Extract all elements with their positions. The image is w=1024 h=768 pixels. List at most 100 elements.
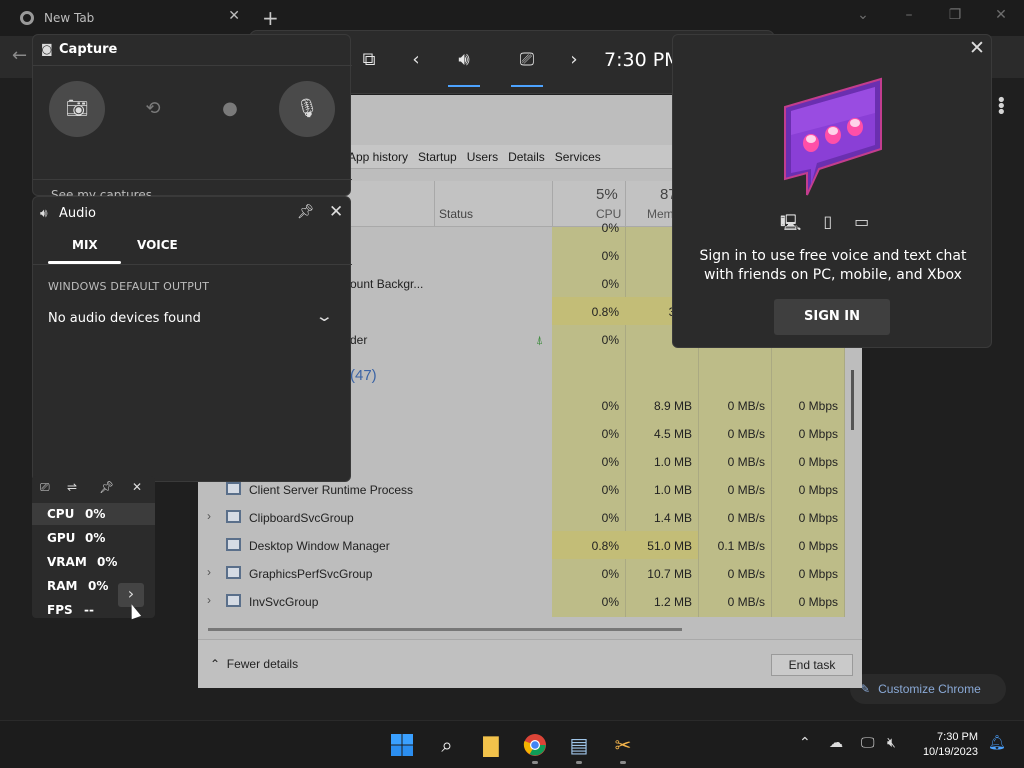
performance-widget: ⎚ ⇌ 📌︎ ✕ CPU 0% GPU 0% VRAM 0% RAM 0% FP… bbox=[32, 476, 155, 618]
perf-row-vram[interactable]: VRAM 0% bbox=[32, 551, 155, 573]
perf-row-cpu[interactable]: CPU 0% bbox=[32, 503, 155, 525]
process-cpu: 0% bbox=[601, 483, 619, 497]
network-icon[interactable]: 🖵︎ bbox=[861, 735, 875, 751]
screenshot-button[interactable]: 📷︎ bbox=[49, 81, 105, 137]
process-memory: 4.5 MB bbox=[653, 427, 692, 441]
process-name: Desktop Window Manager bbox=[249, 539, 390, 553]
capture-title: Capture bbox=[59, 42, 118, 57]
process-disk: 0 MB/s bbox=[727, 455, 765, 469]
volume-muted-icon[interactable]: 🔇︎ bbox=[887, 735, 896, 751]
xbox-console-icon: ▭ bbox=[854, 212, 870, 231]
table-row[interactable]: › InvSvcGroup 0% 1.2 MB 0 MB/s 0 Mbps bbox=[198, 587, 844, 615]
audio-icon[interactable]: 🔊︎ bbox=[449, 49, 479, 70]
tab-startup[interactable]: Startup bbox=[418, 150, 457, 164]
chevron-down-icon[interactable]: ⌄ bbox=[315, 307, 334, 325]
close-window-button[interactable]: ✕ bbox=[978, 0, 1024, 32]
process-cpu: 0% bbox=[601, 567, 619, 581]
show-hidden-icons-chevron-icon[interactable]: ⌃ bbox=[799, 735, 811, 751]
settings-sliders-icon[interactable]: ⇌ bbox=[67, 480, 77, 494]
process-disk: 0 MB/s bbox=[727, 427, 765, 441]
process-disk: 0 MB/s bbox=[727, 483, 765, 497]
tab-app-history[interactable]: App history bbox=[348, 150, 408, 164]
customize-chrome-button[interactable]: ✎ Customize Chrome bbox=[850, 674, 1006, 704]
chrome-logo-icon bbox=[20, 11, 34, 25]
performance-options-icon[interactable]: ⎚ bbox=[40, 480, 50, 495]
task-manager-footer: ⌃ Fewer details End task bbox=[198, 639, 862, 688]
output-device-select[interactable]: No audio devices found bbox=[48, 311, 201, 326]
pin-icon[interactable]: 📌︎ bbox=[297, 204, 315, 220]
tab-mix[interactable]: MIX bbox=[72, 238, 98, 252]
expand-chevron-icon[interactable]: › bbox=[207, 565, 211, 579]
onedrive-icon[interactable]: ☁ bbox=[829, 735, 843, 751]
chrome-menu-icon[interactable]: • • • bbox=[996, 92, 1007, 122]
close-icon[interactable]: ✕ bbox=[329, 202, 343, 222]
process-memory: 1.0 MB bbox=[653, 455, 692, 469]
table-row[interactable]: Desktop Window Manager 0.8% 51.0 MB 0.1 MB/… bbox=[198, 531, 844, 559]
sign-in-button[interactable]: SIGN IN bbox=[774, 299, 890, 335]
chevron-right-icon[interactable]: › bbox=[559, 49, 589, 70]
snipping-tool-icon[interactable]: ✂ bbox=[610, 733, 636, 757]
perf-row-gpu[interactable]: GPU 0% bbox=[32, 527, 155, 549]
capture-icon[interactable]: ⧉ bbox=[354, 49, 384, 70]
process-network: 0 Mbps bbox=[798, 399, 838, 413]
horizontal-scrollbar[interactable] bbox=[208, 628, 682, 631]
tab-voice[interactable]: VOICE bbox=[137, 238, 178, 252]
notification-bell-icon[interactable]: 🔔︎ bbox=[988, 735, 1006, 751]
performance-icon[interactable]: ⎚ bbox=[512, 49, 542, 70]
fewer-details-button[interactable]: ⌃ Fewer details bbox=[210, 657, 298, 671]
chevron-left-icon[interactable]: ‹ bbox=[401, 49, 431, 70]
tab-details[interactable]: Details bbox=[508, 150, 545, 164]
record-last-icon: ⟲ bbox=[145, 98, 161, 119]
chat-bubbles-illustration bbox=[784, 77, 882, 196]
new-tab-button[interactable]: + bbox=[262, 6, 279, 30]
taskbar-time: 7:30 PM bbox=[937, 731, 978, 743]
minimize-button[interactable]: – bbox=[886, 0, 932, 32]
tab-close-icon[interactable]: ✕ bbox=[228, 8, 240, 24]
close-icon[interactable]: ✕ bbox=[969, 37, 985, 59]
maximize-button[interactable]: ❐ bbox=[932, 0, 978, 32]
tab-new-tab[interactable]: New Tab ✕ bbox=[8, 4, 248, 32]
perf-label: FPS bbox=[47, 603, 73, 617]
background-processes-group: (47) bbox=[350, 367, 377, 384]
process-icon bbox=[226, 482, 241, 495]
tab-search-icon[interactable]: ⌄ bbox=[840, 0, 886, 32]
expand-chevron-icon[interactable]: › bbox=[207, 593, 211, 607]
perf-label: RAM bbox=[47, 579, 78, 593]
start-recording-button[interactable]: ● bbox=[202, 81, 258, 137]
start-button[interactable] bbox=[389, 733, 415, 757]
mic-off-icon: 🎙︎ bbox=[295, 98, 319, 119]
tab-users[interactable]: Users bbox=[467, 150, 498, 164]
process-disk: 0 MB/s bbox=[727, 511, 765, 525]
close-icon[interactable]: ✕ bbox=[132, 480, 142, 494]
perf-value: -- bbox=[84, 603, 94, 617]
pin-icon[interactable]: 📌︎ bbox=[99, 480, 114, 494]
process-network: 0 Mbps bbox=[798, 511, 838, 525]
mic-toggle-button[interactable]: 🎙︎ bbox=[279, 81, 335, 137]
audio-title: Audio bbox=[59, 206, 96, 221]
cpu-total-percent: 5% bbox=[596, 186, 618, 203]
table-row[interactable]: › ClipboardSvcGroup 0% 1.4 MB 0 MB/s 0 Mbps bbox=[198, 503, 844, 531]
vertical-scrollbar[interactable] bbox=[851, 370, 854, 430]
process-network: 0 Mbps bbox=[798, 567, 838, 581]
record-last-button[interactable]: ⟲ bbox=[125, 81, 181, 137]
expand-chevron-icon[interactable]: › bbox=[207, 509, 211, 523]
record-dot-icon: ● bbox=[222, 98, 238, 119]
windows-logo-icon bbox=[391, 734, 413, 756]
process-cpu: 0% bbox=[601, 511, 619, 525]
tab-services[interactable]: Services bbox=[555, 150, 601, 164]
end-task-button[interactable]: End task bbox=[771, 654, 853, 676]
process-disk: 0 MB/s bbox=[727, 567, 765, 581]
task-manager-taskbar-icon[interactable]: ▤ bbox=[566, 733, 592, 757]
back-arrow-icon[interactable]: ← bbox=[12, 45, 27, 66]
pc-icon: 🖳︎ bbox=[780, 213, 802, 232]
taskbar-clock[interactable]: 7:30 PM 10/19/2023 bbox=[918, 730, 978, 760]
audio-active-indicator bbox=[448, 85, 480, 87]
search-icon[interactable]: ⌕ bbox=[434, 733, 460, 757]
table-row[interactable]: › GraphicsPerfSvcGroup 0% 10.7 MB 0 MB/s 0 Mb… bbox=[198, 559, 844, 587]
file-explorer-icon[interactable]: ▇ bbox=[478, 733, 504, 757]
process-memory: 1.2 MB bbox=[653, 595, 692, 609]
chrome-taskbar-icon[interactable] bbox=[522, 733, 548, 757]
tab-title: New Tab bbox=[44, 11, 95, 25]
customize-chrome-label: Customize Chrome bbox=[878, 682, 981, 696]
process-network: 0 Mbps bbox=[798, 427, 838, 441]
